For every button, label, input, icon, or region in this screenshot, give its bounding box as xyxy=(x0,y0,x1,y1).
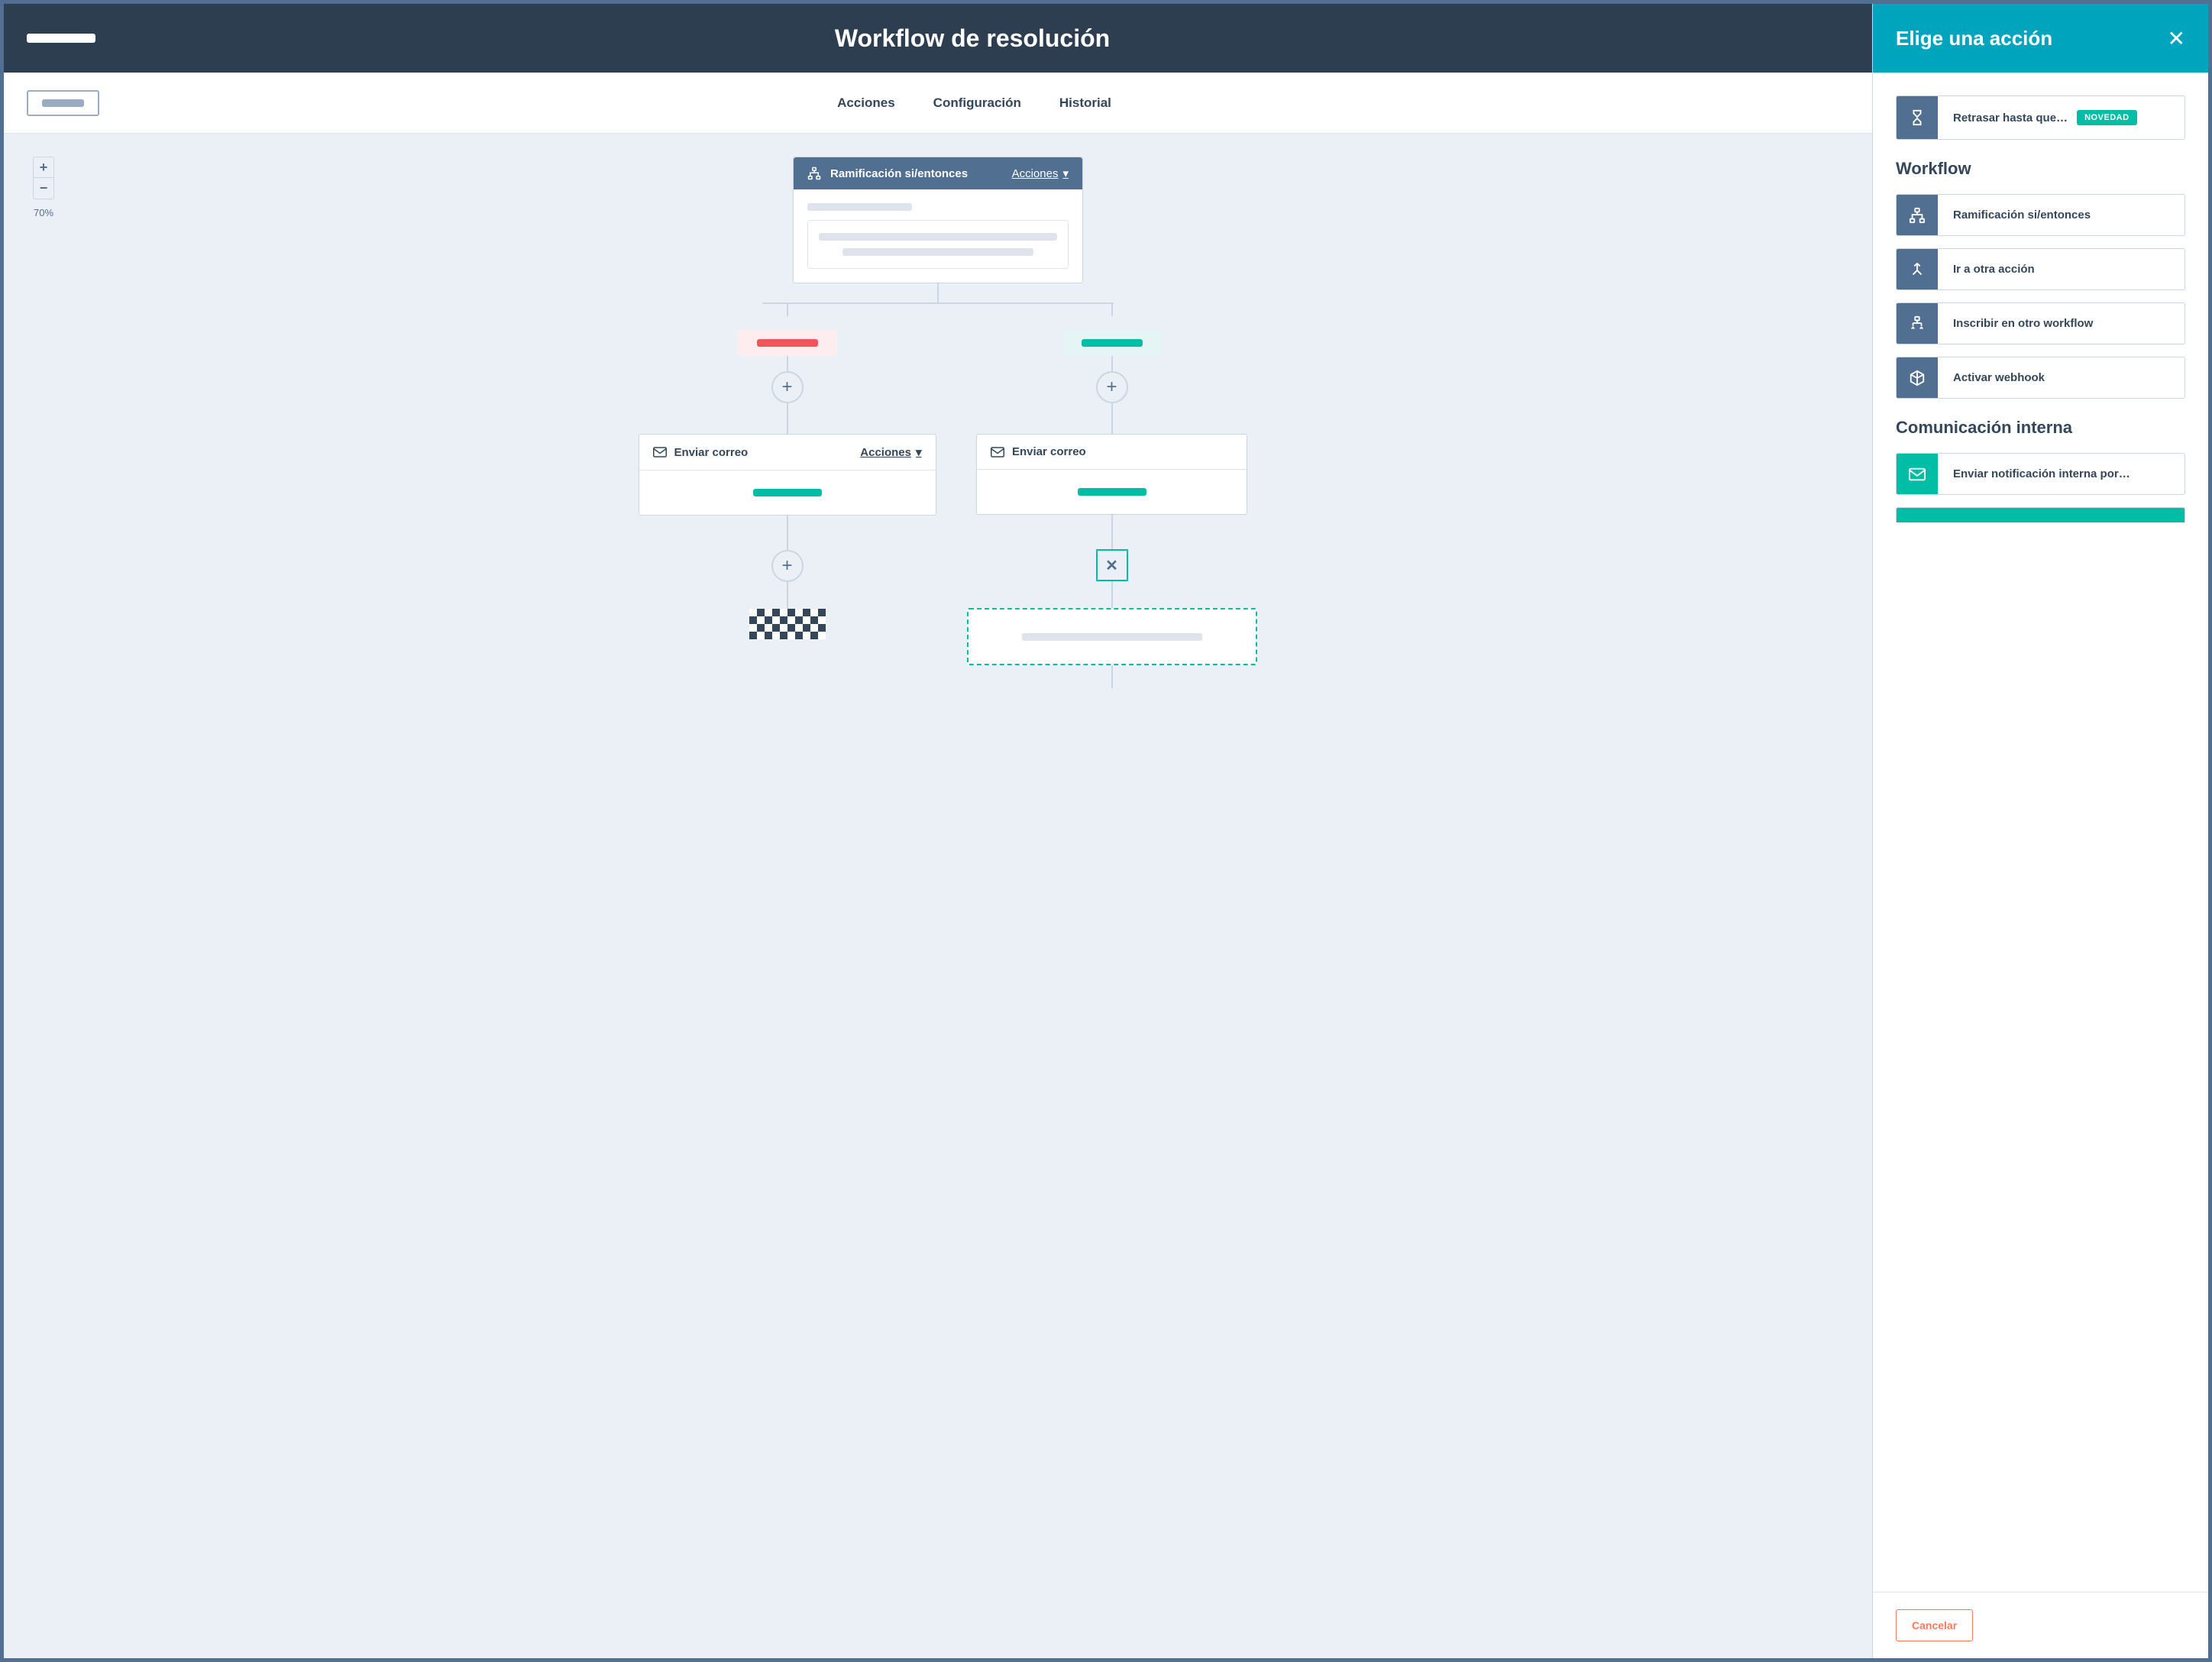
branch-node-header: Ramificación si/entonces Acciones ▾ xyxy=(794,157,1082,189)
section-comm: Comunicación interna xyxy=(1896,418,2185,438)
email-node-title: Enviar correo xyxy=(1012,445,1233,458)
cube-icon xyxy=(1897,357,1938,398)
email-actions-label: Acciones xyxy=(860,446,911,459)
chevron-down-icon: ▾ xyxy=(1062,167,1069,180)
header-top: Workflow de resolución xyxy=(4,4,1872,73)
connector xyxy=(787,582,788,609)
action-label: Ramificación si/entonces xyxy=(1938,195,2185,235)
email-node-body xyxy=(977,470,1247,514)
sidebar-body: Retrasar hasta que… NOVEDAD Workflow Ram… xyxy=(1873,73,2208,1592)
add-action-button[interactable]: + xyxy=(1096,371,1128,403)
branches-container: + Enviar correo Acciones ▾ xyxy=(701,302,1175,688)
branch-node-title: Ramificación si/entonces xyxy=(830,167,1003,180)
branch-icon xyxy=(807,167,821,180)
branch-label-bar xyxy=(1082,339,1143,347)
status-indicator xyxy=(42,99,84,107)
action-goto[interactable]: Ir a otra acción xyxy=(1896,248,2185,290)
connector xyxy=(937,283,939,302)
header-sub: Acciones Configuración Historial xyxy=(4,73,1872,134)
tab-config[interactable]: Configuración xyxy=(933,74,1021,132)
skeleton-box xyxy=(807,220,1069,269)
logo-placeholder xyxy=(27,34,95,43)
envelope-icon xyxy=(653,447,667,458)
action-label: Retrasar hasta que… NOVEDAD xyxy=(1938,96,2185,139)
tab-history[interactable]: Historial xyxy=(1059,74,1111,132)
email-node-header: Enviar correo Acciones ▾ xyxy=(639,435,936,470)
skeleton-line xyxy=(819,233,1057,241)
branch-icon xyxy=(1897,195,1938,235)
email-node-left[interactable]: Enviar correo Acciones ▾ xyxy=(639,434,936,516)
zoom-controls: + − 70% xyxy=(33,157,54,218)
action-label: Activar webhook xyxy=(1938,357,2185,398)
merge-icon xyxy=(1897,249,1938,289)
tabs: Acciones Configuración Historial xyxy=(99,74,1849,132)
email-node-title: Enviar correo xyxy=(674,446,853,459)
tab-actions[interactable]: Acciones xyxy=(837,74,895,132)
action-enroll[interactable]: Inscribir en otro workflow xyxy=(1896,302,2185,344)
action-label: Enviar notificación interna por… xyxy=(1938,454,2185,494)
branch-actions-label: Acciones xyxy=(1012,167,1059,180)
connector xyxy=(1111,515,1113,549)
envelope-icon xyxy=(1897,454,1938,494)
cancel-button[interactable]: Cancelar xyxy=(1896,1609,1973,1641)
action-webhook[interactable]: Activar webhook xyxy=(1896,357,2185,399)
connector xyxy=(787,302,788,316)
connector xyxy=(787,403,788,434)
action-delay[interactable]: Retrasar hasta que… NOVEDAD xyxy=(1896,95,2185,140)
add-action-button[interactable]: + xyxy=(771,371,804,403)
status-pill[interactable] xyxy=(27,90,99,116)
email-node-header: Enviar correo xyxy=(977,435,1247,470)
email-node-body xyxy=(639,470,936,515)
action-sidebar: Elige una acción ✕ Retrasar hasta que… N… xyxy=(1872,4,2208,1658)
sidebar-header: Elige una acción ✕ xyxy=(1873,4,2208,73)
branch-left: + Enviar correo Acciones ▾ xyxy=(625,302,949,688)
connector xyxy=(787,516,788,550)
branch-right: + Enviar correo ✕ xyxy=(949,302,1274,688)
action-label: Inscribir en otro workflow xyxy=(1938,303,2185,344)
branch-label-yes[interactable] xyxy=(1062,330,1162,356)
sidebar-title: Elige una acción xyxy=(1896,27,2168,50)
add-action-button[interactable]: + xyxy=(771,550,804,582)
connector xyxy=(1111,581,1113,608)
connector xyxy=(1111,403,1113,434)
branch-node-body xyxy=(794,189,1082,283)
zoom-in-button[interactable]: + xyxy=(33,157,54,178)
section-workflow: Workflow xyxy=(1896,159,2185,179)
close-icon[interactable]: ✕ xyxy=(2168,26,2185,51)
dropzone[interactable] xyxy=(967,608,1257,665)
email-content-bar xyxy=(1078,488,1146,496)
chevron-down-icon: ▾ xyxy=(916,445,922,459)
finish-flag-icon xyxy=(749,609,826,639)
email-node-right[interactable]: Enviar correo xyxy=(976,434,1247,515)
sidebar-footer: Cancelar xyxy=(1873,1592,2208,1658)
workflow-canvas: + − 70% Ramificación si/entonces Accione… xyxy=(4,134,1872,1658)
skeleton-line xyxy=(842,248,1033,256)
enroll-icon xyxy=(1897,303,1938,344)
branch-node-actions[interactable]: Acciones ▾ xyxy=(1012,167,1069,180)
action-label: Ir a otra acción xyxy=(1938,249,2185,289)
branch-label-no[interactable] xyxy=(738,330,837,356)
zoom-level: 70% xyxy=(34,207,53,218)
new-badge: NOVEDAD xyxy=(2077,110,2137,125)
action-truncated[interactable] xyxy=(1896,507,2185,522)
email-node-actions[interactable]: Acciones ▾ xyxy=(860,445,921,459)
connector xyxy=(1111,302,1113,316)
hourglass-icon xyxy=(1897,96,1938,139)
dropzone-placeholder xyxy=(1022,633,1202,641)
action-notify[interactable]: Enviar notificación interna por… xyxy=(1896,453,2185,495)
action-branch[interactable]: Ramificación si/entonces xyxy=(1896,194,2185,236)
action-text: Retrasar hasta que… xyxy=(1953,112,2068,124)
email-content-bar xyxy=(753,489,822,496)
envelope-icon xyxy=(991,447,1004,458)
branch-node[interactable]: Ramificación si/entonces Acciones ▾ xyxy=(793,157,1083,283)
zoom-out-button[interactable]: − xyxy=(33,178,54,199)
page-title: Workflow de resolución xyxy=(95,24,1849,53)
branch-label-bar xyxy=(757,339,818,347)
remove-action-button[interactable]: ✕ xyxy=(1096,549,1128,581)
skeleton-line xyxy=(807,203,912,211)
connector xyxy=(762,302,1114,304)
connector xyxy=(1111,356,1113,371)
connector xyxy=(1111,665,1113,688)
connector xyxy=(787,356,788,371)
